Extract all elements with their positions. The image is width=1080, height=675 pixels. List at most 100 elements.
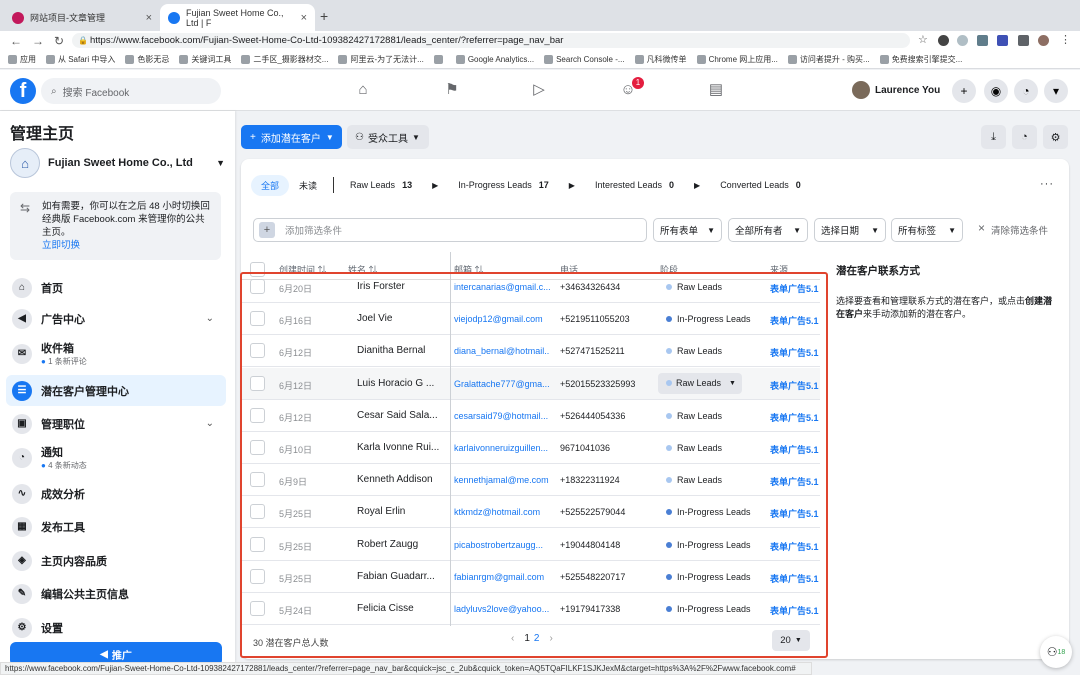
forms-dropdown[interactable]: 所有表单 ▼: [653, 218, 722, 242]
bookmark-item[interactable]: 从 Safari 中导入: [46, 54, 115, 65]
sidebar-item[interactable]: ◀ 广告中心 ⌄: [6, 303, 226, 334]
sidebar-item[interactable]: ✉ 收件箱 ● 1 条新评论: [6, 338, 226, 369]
bookmark-item[interactable]: Chrome 网上应用...: [696, 54, 778, 65]
back-icon[interactable]: ←: [10, 34, 22, 48]
messenger-icon[interactable]: ◉: [984, 79, 1008, 103]
notifications-icon[interactable]: ◔: [1014, 79, 1038, 103]
bookmark-item[interactable]: 应用: [8, 54, 36, 65]
lead-stage-tabs: 全部 未读 Raw Leads 13 ▶ In-Progress Leads 17 …: [251, 174, 811, 196]
megaphone-icon: ◀: [12, 308, 32, 329]
bookmark-item[interactable]: 凡科微传单: [634, 54, 687, 65]
bookmark-item[interactable]: 关键词工具: [179, 54, 231, 65]
sidebar-item[interactable]: ◔ 通知 ● 4 条新动态: [6, 442, 226, 473]
sidebar-item-text: 成效分析: [41, 486, 85, 502]
bookmark-icon: [125, 55, 135, 64]
bookmark-label: 应用: [20, 55, 36, 64]
bookmark-item[interactable]: Google Analytics...: [455, 55, 534, 64]
gaming-nav-icon[interactable]: ▤: [707, 81, 725, 99]
chat-contacts-button[interactable]: ⚇ 18: [1040, 636, 1072, 668]
page-switcher[interactable]: ⌂ Fujian Sweet Home Co., Ltd ▼: [10, 148, 225, 178]
caret-down-icon: ▼: [948, 225, 956, 235]
stage-label: Raw Leads: [350, 180, 396, 190]
add-filter-input[interactable]: + 添加筛选条件: [253, 218, 647, 242]
tab-unread[interactable]: 未读: [289, 175, 327, 196]
bookmark-item[interactable]: 访问者提升 - 购买...: [787, 54, 870, 65]
tab-in-progress-leads[interactable]: In-Progress Leads 17: [448, 176, 559, 194]
tab-all[interactable]: 全部: [251, 174, 290, 196]
bookmark-item[interactable]: 阿里云-为了无法计...: [338, 54, 424, 65]
owners-dropdown[interactable]: 全部所有者 ▼: [728, 218, 808, 242]
extension-icon[interactable]: [977, 35, 988, 46]
home-nav-icon[interactable]: ⌂: [354, 81, 372, 99]
bookmark-item[interactable]: 二手区_摄影器材交...: [241, 54, 328, 65]
bookmark-icon: [544, 55, 554, 64]
watch-nav-icon[interactable]: ▷: [530, 81, 548, 99]
flag-nav-icon[interactable]: ⚑: [443, 81, 461, 99]
extension-icon[interactable]: [957, 35, 968, 46]
tab-interested-leads[interactable]: Interested Leads 0: [585, 176, 684, 194]
bookmark-item[interactable]: 色影无忌: [125, 54, 169, 65]
search-input[interactable]: ⌕ 搜索 Facebook: [41, 78, 221, 104]
new-tab-button[interactable]: +: [320, 8, 328, 24]
tab-raw-leads[interactable]: Raw Leads 13: [340, 176, 422, 194]
sidebar-item-label: 广告中心: [41, 313, 85, 326]
insights-icon: ∿: [12, 483, 32, 504]
tags-dropdown-label: 所有标签: [898, 226, 937, 237]
user-profile-link[interactable]: Laurence You: [852, 81, 940, 99]
arrow-right-icon: ▶: [568, 180, 575, 190]
bell-icon[interactable]: ◔: [1012, 125, 1037, 149]
switch-now-link[interactable]: 立即切换: [42, 239, 213, 252]
forward-icon[interactable]: →: [32, 34, 44, 48]
bookmark-star-icon[interactable]: ☆: [918, 33, 928, 46]
tab-converted-leads[interactable]: Converted Leads 0: [710, 176, 811, 194]
close-tab-icon[interactable]: ×: [301, 12, 307, 24]
sidebar-item[interactable]: ✎ 编辑公共主页信息: [6, 578, 226, 609]
account-menu-icon[interactable]: ▾: [1044, 79, 1068, 103]
sidebar-item[interactable]: ☰ 潜在客户管理中心: [6, 375, 226, 406]
download-icon[interactable]: ⤓: [981, 125, 1006, 149]
create-icon[interactable]: +: [952, 79, 976, 103]
pencil-icon: ✎: [12, 583, 32, 604]
sidebar-item-label: 成效分析: [41, 488, 85, 501]
gear-icon[interactable]: ⚙: [1043, 125, 1068, 149]
reload-icon[interactable]: ↻: [54, 34, 64, 48]
audience-tool-button[interactable]: ⚇ 受众工具 ▼: [347, 125, 429, 149]
contact-panel-text-2: 来手动添加新的潜在客户。: [863, 309, 972, 319]
url-field[interactable]: 🔒 https://www.facebook.com/Fujian-Sweet-…: [72, 33, 910, 48]
puzzle-icon[interactable]: [1018, 35, 1029, 46]
more-options-icon[interactable]: ···: [1040, 178, 1054, 190]
gear-icon: ⚙: [12, 617, 32, 638]
sidebar-item[interactable]: ∿ 成效分析: [6, 478, 226, 509]
forms-dropdown-label: 所有表单: [660, 226, 699, 237]
facebook-logo-icon[interactable]: f: [10, 78, 36, 104]
bookmark-item[interactable]: [433, 55, 446, 64]
bookmark-label: 访问者提升 - 购买...: [799, 55, 870, 64]
menu-dots-icon[interactable]: ⋮: [1060, 33, 1071, 46]
profile-avatar[interactable]: [1038, 35, 1049, 46]
sidebar-item[interactable]: ▦ 发布工具: [6, 511, 226, 542]
page-logo-icon: ⌂: [10, 148, 40, 178]
browser-tab[interactable]: 网站项目-文章管理 ×: [4, 4, 160, 31]
sidebar-item[interactable]: ⌂ 首页: [6, 272, 226, 303]
sidebar-item-text: 收件箱 ● 1 条新评论: [41, 340, 87, 367]
bookmark-item[interactable]: 免费搜索引擎提交...: [879, 54, 962, 65]
sidebar-item[interactable]: ⚙ 设置: [6, 612, 226, 643]
sidebar-item[interactable]: ▣ 管理职位 ⌄: [6, 408, 226, 439]
search-placeholder: 搜索 Facebook: [62, 87, 130, 99]
browser-tab-active[interactable]: Fujian Sweet Home Co., Ltd | F ×: [160, 4, 315, 31]
tags-dropdown[interactable]: 所有标签 ▼: [891, 218, 963, 242]
caret-down-icon: ▼: [871, 225, 879, 235]
caret-down-icon: ▼: [707, 225, 715, 235]
sidebar-item-label: 管理职位: [41, 418, 85, 431]
extension-icon[interactable]: [997, 35, 1008, 46]
extension-icon[interactable]: [938, 35, 949, 46]
date-dropdown[interactable]: 选择日期 ▼: [814, 218, 886, 242]
bookmark-item[interactable]: Search Console -...: [544, 55, 625, 64]
status-bar-url: https://www.facebook.com/Fujian-Sweet-Ho…: [0, 662, 812, 675]
user-name: Laurence You: [875, 84, 941, 96]
sidebar-item[interactable]: ◈ 主页内容品质: [6, 545, 226, 576]
clear-filters-button[interactable]: × 清除筛选条件: [978, 222, 1048, 237]
add-lead-button[interactable]: + 添加潜在客户 ▼: [241, 125, 342, 149]
sidebar-item-text: 管理职位: [41, 416, 85, 432]
close-tab-icon[interactable]: ×: [146, 12, 152, 24]
